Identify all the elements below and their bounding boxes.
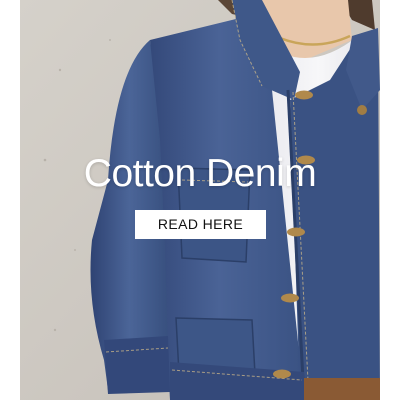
read-here-button[interactable]: READ HERE <box>135 210 266 239</box>
headline: Cotton Denim <box>83 152 317 195</box>
denim-jacket-photo <box>0 0 400 400</box>
promo-banner[interactable]: Cotton Denim READ HERE <box>0 0 400 400</box>
